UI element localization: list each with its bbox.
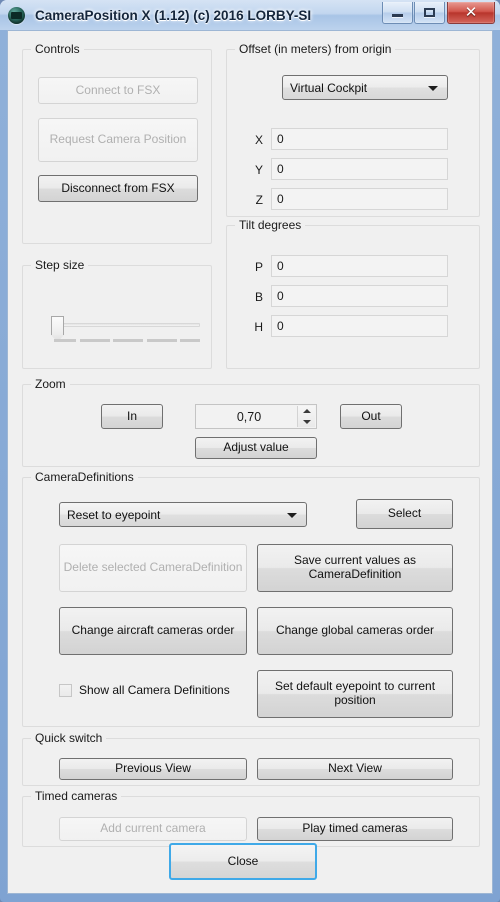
spinner-buttons[interactable] (297, 406, 315, 427)
dialog-client-area: Controls Connect to FSX Request Camera P… (7, 30, 493, 894)
offset-z-label: Z (255, 193, 263, 207)
tilt-p-label: P (254, 260, 263, 274)
close-window-button[interactable]: ✕ (447, 2, 495, 24)
delete-camera-definition-button[interactable]: Delete selected CameraDefinition (59, 544, 247, 592)
camera-app-icon (8, 6, 25, 24)
zoom-group: Zoom In 0,70 Out Adjust value (22, 377, 480, 467)
offset-x-input[interactable]: 0 (271, 128, 448, 150)
show-all-camera-definitions-checkbox[interactable]: Show all Camera Definitions (59, 683, 230, 697)
offset-origin-value: Virtual Cockpit (290, 80, 368, 95)
close-icon: ✕ (464, 3, 478, 21)
checkbox-box[interactable] (59, 683, 72, 697)
zoom-out-button[interactable]: Out (340, 404, 402, 429)
camera-definition-combobox[interactable]: Reset to eyepoint (59, 502, 307, 527)
offset-origin-combobox[interactable]: Virtual Cockpit (282, 75, 448, 100)
zoom-value-spinner[interactable]: 0,70 (195, 404, 317, 429)
controls-group-label: Controls (31, 42, 84, 56)
title-bar[interactable]: CameraPosition X (1.12) (c) 2016 LORBY-S… (0, 0, 500, 30)
tilt-h-input[interactable]: 0 (271, 315, 448, 337)
tilt-b-label: B (254, 290, 263, 304)
spinner-down-button[interactable] (298, 417, 315, 428)
show-all-camera-definitions-label: Show all Camera Definitions (79, 683, 230, 697)
chevron-down-icon (287, 512, 297, 518)
zoom-in-button[interactable]: In (101, 404, 163, 429)
change-global-cameras-order-button[interactable]: Change global cameras order (257, 607, 453, 655)
offset-group: Offset (in meters) from origin Virtual C… (226, 42, 480, 217)
spinner-up-button[interactable] (298, 406, 315, 417)
save-camera-definition-button[interactable]: Save current values as CameraDefinition (257, 544, 453, 592)
connect-to-fsx-button[interactable]: Connect to FSX (38, 77, 198, 104)
request-camera-position-button[interactable]: Request Camera Position (38, 118, 198, 162)
quick-switch-group-label: Quick switch (31, 731, 107, 745)
offset-y-input[interactable]: 0 (271, 158, 448, 180)
offset-group-label: Offset (in meters) from origin (235, 42, 396, 56)
caret-down-icon (302, 419, 311, 424)
window-title: CameraPosition X (1.12) (c) 2016 LORBY-S… (35, 7, 312, 23)
change-aircraft-cameras-order-button[interactable]: Change aircraft cameras order (59, 607, 247, 655)
caret-up-icon (302, 409, 311, 414)
tilt-group-label: Tilt degrees (235, 218, 306, 232)
tilt-group: Tilt degrees P 0 B 0 H 0 (226, 218, 480, 369)
previous-view-button[interactable]: Previous View (59, 758, 247, 780)
camera-definition-value: Reset to eyepoint (67, 507, 161, 522)
offset-x-label: X (254, 133, 263, 147)
zoom-group-label: Zoom (31, 377, 70, 391)
tilt-h-label: H (254, 320, 263, 334)
maximize-button[interactable] (414, 2, 445, 24)
offset-y-label: Y (254, 163, 263, 177)
window-controls: ✕ (381, 2, 495, 24)
next-view-button[interactable]: Next View (257, 758, 453, 780)
play-timed-cameras-button[interactable]: Play timed cameras (257, 817, 453, 841)
set-default-eyepoint-button[interactable]: Set default eyepoint to current position (257, 670, 453, 718)
close-dialog-button[interactable]: Close (169, 843, 317, 880)
timed-cameras-group: Timed cameras Add current camera Play ti… (22, 789, 480, 847)
step-size-group-label: Step size (31, 258, 89, 272)
slider-ticks (54, 339, 200, 343)
minimize-button[interactable] (382, 2, 413, 24)
slider-thumb[interactable] (51, 316, 64, 335)
chevron-down-icon (428, 85, 438, 91)
step-size-slider[interactable] (46, 315, 201, 349)
disconnect-from-fsx-button[interactable]: Disconnect from FSX (38, 175, 198, 202)
controls-group: Controls Connect to FSX Request Camera P… (22, 42, 212, 244)
slider-track[interactable] (54, 323, 200, 327)
camera-definitions-group-label: CameraDefinitions (31, 470, 138, 484)
quick-switch-group: Quick switch Previous View Next View (22, 731, 480, 786)
timed-cameras-group-label: Timed cameras (31, 789, 122, 803)
tilt-b-input[interactable]: 0 (271, 285, 448, 307)
restore-icon (424, 8, 435, 17)
adjust-value-button[interactable]: Adjust value (195, 437, 317, 459)
offset-z-input[interactable]: 0 (271, 188, 448, 210)
add-current-camera-button[interactable]: Add current camera (59, 817, 247, 841)
tilt-p-input[interactable]: 0 (271, 255, 448, 277)
minimize-icon (392, 13, 403, 17)
application-window: CameraPosition X (1.12) (c) 2016 LORBY-S… (0, 0, 500, 902)
select-camera-definition-button[interactable]: Select (356, 499, 453, 529)
